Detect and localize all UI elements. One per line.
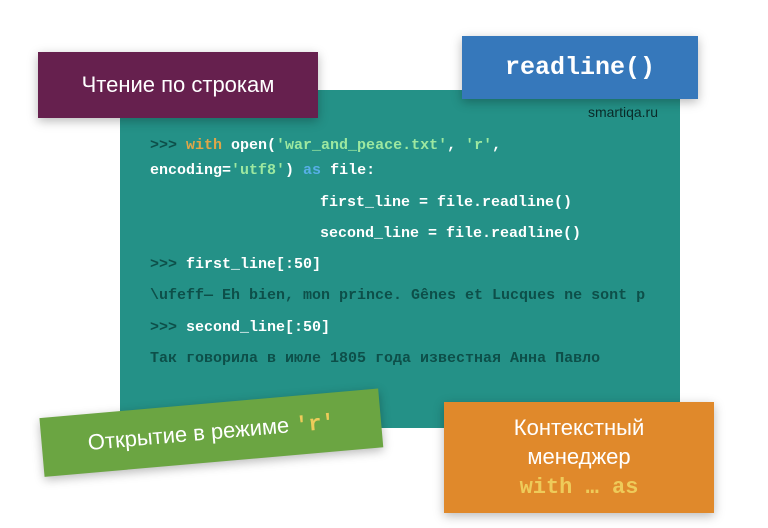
card-orange-line1: Контекстный [514,415,644,440]
card-orange-line2: менеджер [527,444,630,469]
code-line-2: first_line = file.readline() [150,191,650,214]
card-green-text: Открытие в режиме [87,412,296,455]
output-1: \ufeff— Eh bien, mon prince. Gênes et Lu… [150,284,650,307]
card-context-manager: Контекстный менеджер with … as [444,402,714,513]
site-label: smartiqa.ru [588,102,658,124]
code-line-1b: encoding='utf8') as file: [150,159,650,182]
code-line-5: >>> second_line[:50] [150,316,650,339]
close-paren: ) [285,162,303,179]
code-line-3: second_line = file.readline() [150,222,650,245]
prompt: >>> [150,319,186,336]
code-panel: smartiqa.ru >>> with open('war_and_peace… [120,90,680,428]
card-reading-by-lines: Чтение по строкам [38,52,318,118]
kw-with: with [186,137,222,154]
body-line-1: first_line = file.readline() [320,194,572,211]
output-2: Так говорила в июле 1805 года известная … [150,347,650,370]
arg-filename: 'war_and_peace.txt' [276,137,447,154]
stmt-second-line: second_line[:50] [186,319,330,336]
card-blue-text: readline() [505,53,655,82]
card-orange-mono: with … as [462,474,696,503]
card-green-mono: 'r' [294,410,336,438]
comma: , [492,137,501,154]
body-line-2: second_line = file.readline() [320,225,581,242]
stmt-first-line: first_line[:50] [186,256,321,273]
kwarg-encoding: encoding= [150,162,231,179]
kw-as: as [303,162,321,179]
arg-encoding: 'utf8' [231,162,285,179]
code-line-4: >>> first_line[:50] [150,253,650,276]
prompt: >>> [150,137,186,154]
code-line-1: >>> with open('war_and_peace.txt', 'r', [150,134,650,157]
as-var: file: [321,162,375,179]
comma: , [447,137,465,154]
prompt: >>> [150,256,186,273]
fn-open: open( [222,137,276,154]
card-purple-text: Чтение по строкам [82,72,275,97]
arg-mode: 'r' [465,137,492,154]
card-readline: readline() [462,36,698,99]
